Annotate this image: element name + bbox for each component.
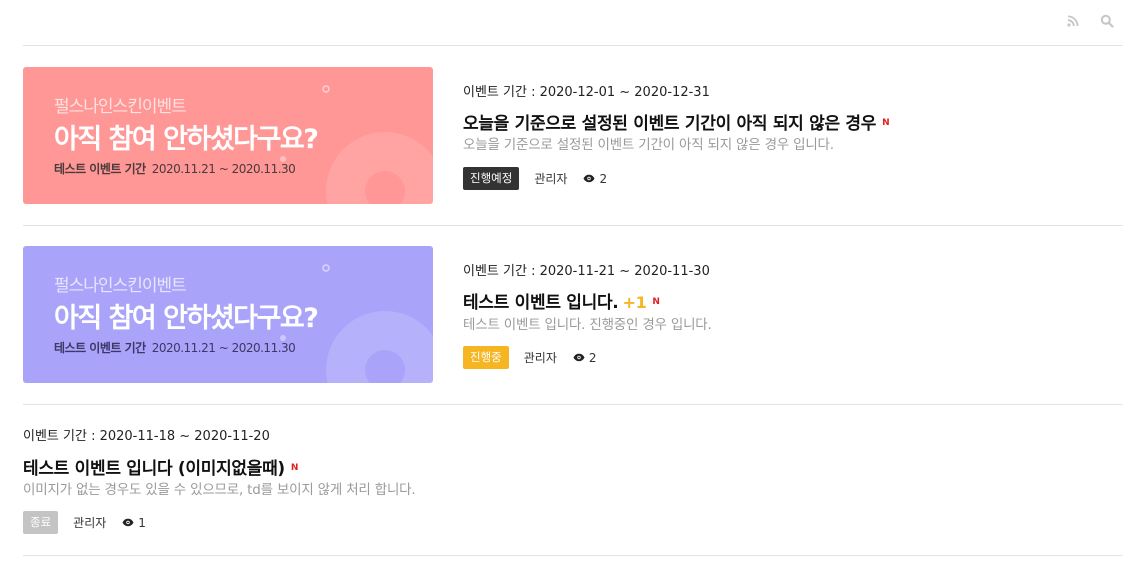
banner-headline: 아직 참여 안하셨다구요? [54,303,319,334]
event-title: 테스트 이벤트 입니다. [463,293,619,313]
event-banner-image[interactable]: 펄스나인스킨이벤트 아직 참여 안하셨다구요? 테스트 이벤트 기간 2020.1… [23,67,433,204]
event-meta: 진행예정 관리자 2 [463,167,607,190]
banner-period-label: 테스트 이벤트 기간 [54,162,146,176]
eye-icon [122,518,134,527]
eye-icon [583,174,595,183]
status-badge[interactable]: 진행예정 [463,167,520,190]
banner-period-dates: 2020.11.21 ~ 2020.11.30 [151,162,296,176]
new-badge: N [290,463,299,473]
view-count-value: 2 [599,171,608,186]
comment-count: +1 [622,293,647,312]
author-name: 관리자 [73,516,107,530]
event-title: 오늘을 기준으로 설정된 이벤트 기간이 아직 되지 않은 경우 [463,114,877,134]
author-name: 관리자 [523,351,557,365]
event-description: 오늘을 기준으로 설정된 이벤트 기간이 아직 되지 않은 경우 입니다. [463,137,834,153]
banner-subtitle: 펄스나인스킨이벤트 [54,97,187,117]
event-meta: 진행중 관리자 2 [463,346,597,369]
banner-period-dates: 2020.11.21 ~ 2020.11.30 [151,341,296,355]
view-count: 2 [573,351,597,365]
event-period: 이벤트 기간 : 2020-11-21 ~ 2020-11-30 [463,264,710,279]
status-badge[interactable]: 진행중 [463,346,509,369]
event-list-item: 이벤트 기간 : 2020-11-18 ~ 2020-11-20 테스트 이벤트… [23,405,1123,556]
new-badge: N [652,297,660,307]
banner-period: 테스트 이벤트 기간 2020.11.21 ~ 2020.11.30 [54,160,296,177]
event-description: 이미지가 없는 경우도 있을 수 있으므로, td를 보이지 않게 처리 합니다… [23,482,416,498]
view-count-value: 1 [138,515,146,530]
event-banner-image[interactable]: 펄스나인스킨이벤트 아직 참여 안하셨다구요? 테스트 이벤트 기간 2020.1… [23,246,433,383]
event-period: 이벤트 기간 : 2020-11-18 ~ 2020-11-20 [23,429,270,444]
event-title-link[interactable]: 테스트 이벤트 입니다 (이미지없을때) N [23,454,298,479]
banner-period-label: 테스트 이벤트 기간 [54,341,146,355]
event-description: 테스트 이벤트 입니다. 진행중인 경우 입니다. [463,317,712,333]
status-badge[interactable]: 종료 [23,511,59,534]
banner-headline: 아직 참여 안하셨다구요? [54,124,319,155]
rss-icon[interactable] [1066,13,1080,27]
top-toolbar [23,0,1123,46]
event-title: 테스트 이벤트 입니다 (이미지없을때) [23,459,285,479]
event-title-link[interactable]: 테스트 이벤트 입니다. +1 N [463,288,660,313]
banner-period: 테스트 이벤트 기간 2020.11.21 ~ 2020.11.30 [54,339,296,356]
event-list-item: 펄스나인스킨이벤트 아직 참여 안하셨다구요? 테스트 이벤트 기간 2020.1… [23,46,1123,226]
event-list-item: 펄스나인스킨이벤트 아직 참여 안하셨다구요? 테스트 이벤트 기간 2020.1… [23,226,1123,405]
event-period: 이벤트 기간 : 2020-12-01 ~ 2020-12-31 [463,85,710,100]
eye-icon [573,353,585,362]
view-count-value: 2 [588,350,597,365]
new-badge: N [882,118,890,128]
view-count: 2 [583,172,607,186]
author-name: 관리자 [534,172,568,186]
view-count: 1 [122,516,146,530]
event-meta: 종료 관리자 1 [23,511,146,534]
search-icon[interactable] [1100,13,1114,28]
banner-subtitle: 펄스나인스킨이벤트 [54,276,187,296]
event-title-link[interactable]: 오늘을 기준으로 설정된 이벤트 기간이 아직 되지 않은 경우 N [463,109,890,134]
